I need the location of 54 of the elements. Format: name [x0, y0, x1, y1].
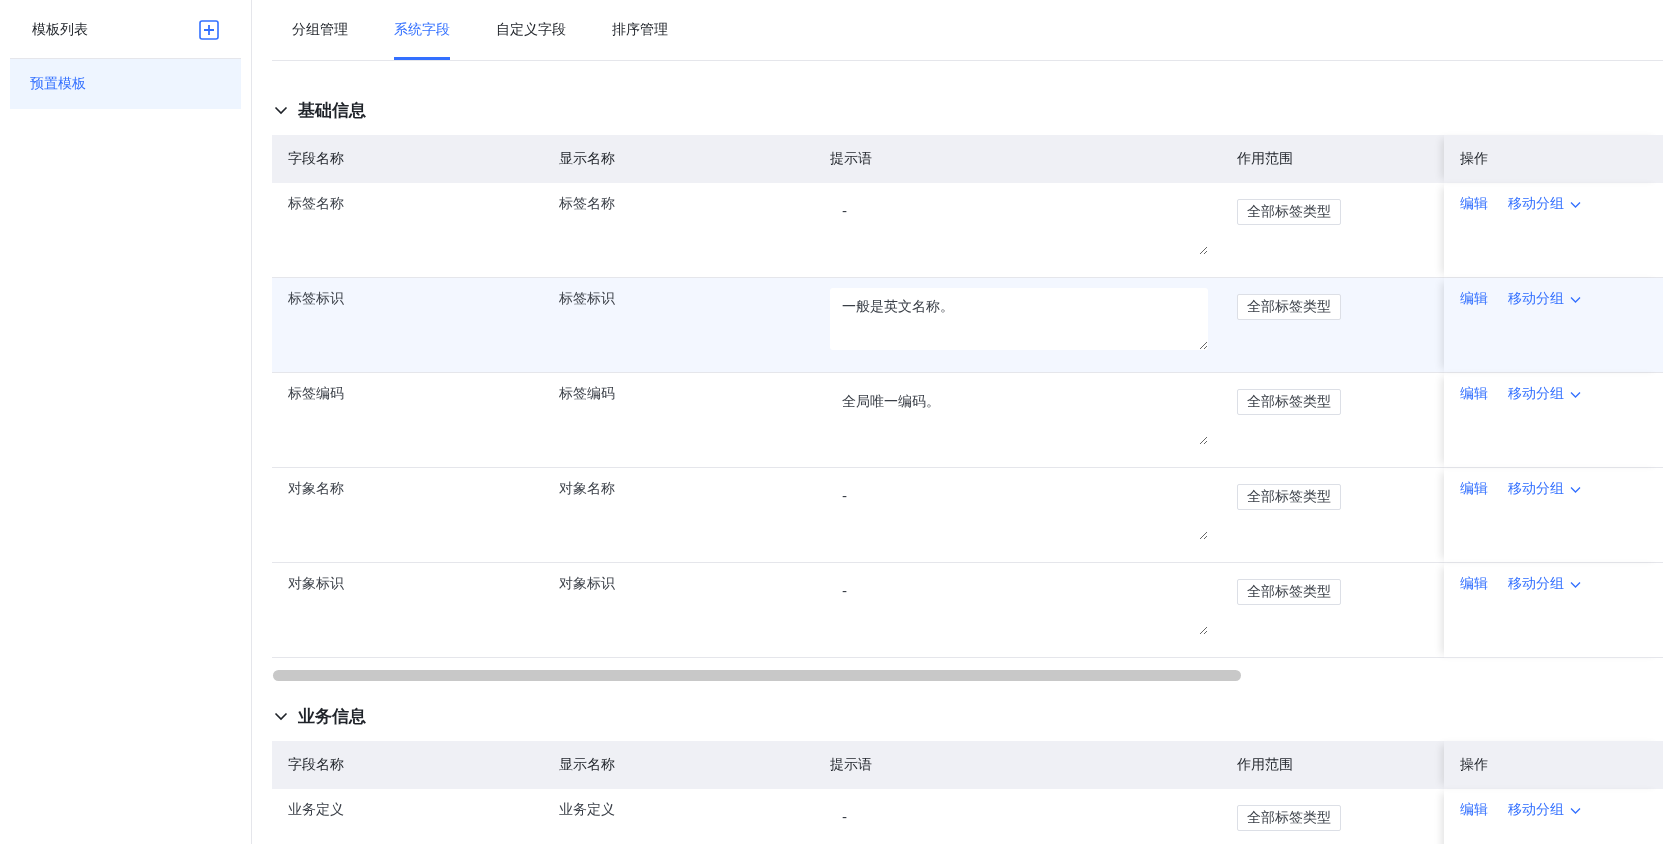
edit-link[interactable]: 编辑: [1460, 195, 1488, 213]
column-header: 显示名称: [543, 741, 814, 789]
edit-link[interactable]: 编辑: [1460, 385, 1488, 403]
table-cell: 标签标识: [543, 278, 814, 373]
sidebar-item[interactable]: 预置模板: [10, 59, 241, 109]
scope-tag: 全部标签类型: [1237, 294, 1341, 320]
table-cell: 标签标识: [272, 278, 543, 373]
scope-tag: 全部标签类型: [1237, 389, 1341, 415]
edit-link[interactable]: 编辑: [1460, 290, 1488, 308]
column-header: 作用范围: [1221, 741, 1444, 789]
column-header: 字段名称: [272, 741, 543, 789]
move-group-link[interactable]: 移动分组: [1508, 195, 1581, 213]
hint-field[interactable]: 一般是英文名称。: [830, 288, 1208, 350]
add-icon[interactable]: [199, 20, 219, 40]
scope-tag: 全部标签类型: [1237, 199, 1341, 225]
table-cell: 标签编码: [543, 373, 814, 468]
table-cell: 标签编码: [272, 373, 543, 468]
scope-tag: 全部标签类型: [1237, 805, 1341, 831]
hint-field[interactable]: -: [830, 478, 1208, 540]
edit-link[interactable]: 编辑: [1460, 575, 1488, 593]
table-cell: 对象名称: [543, 468, 814, 563]
edit-link[interactable]: 编辑: [1460, 801, 1488, 819]
column-header: 显示名称: [543, 135, 814, 183]
hint-field[interactable]: -: [830, 799, 1208, 844]
section-title: 业务信息: [298, 704, 366, 728]
column-header: 提示语: [814, 135, 1221, 183]
table-cell: 业务定义: [543, 789, 814, 844]
horizontal-scrollbar[interactable]: [273, 670, 1241, 681]
table-cell: 业务定义: [272, 789, 543, 844]
hint-field[interactable]: -: [830, 193, 1208, 255]
tab[interactable]: 自定义字段: [496, 0, 566, 60]
move-group-link[interactable]: 移动分组: [1508, 480, 1581, 498]
column-header: 操作: [1444, 741, 1663, 789]
hint-field[interactable]: -: [830, 573, 1208, 635]
scope-tag: 全部标签类型: [1237, 484, 1341, 510]
tab[interactable]: 分组管理: [292, 0, 348, 60]
move-group-link[interactable]: 移动分组: [1508, 385, 1581, 403]
table-cell: 对象名称: [272, 468, 543, 563]
section-title: 基础信息: [298, 98, 366, 122]
column-header: 作用范围: [1221, 135, 1444, 183]
tab[interactable]: 系统字段: [394, 0, 450, 60]
tab[interactable]: 排序管理: [612, 0, 668, 60]
table-cell: 对象标识: [543, 563, 814, 658]
move-group-link[interactable]: 移动分组: [1508, 290, 1581, 308]
sidebar-title: 模板列表: [32, 21, 88, 39]
hint-field[interactable]: 全局唯一编码。: [830, 383, 1208, 445]
scope-tag: 全部标签类型: [1237, 579, 1341, 605]
move-group-link[interactable]: 移动分组: [1508, 575, 1581, 593]
move-group-link[interactable]: 移动分组: [1508, 801, 1581, 819]
table-cell: 对象标识: [272, 563, 543, 658]
column-header: 字段名称: [272, 135, 543, 183]
edit-link[interactable]: 编辑: [1460, 480, 1488, 498]
column-header: 提示语: [814, 741, 1221, 789]
column-header: 操作: [1444, 135, 1663, 183]
